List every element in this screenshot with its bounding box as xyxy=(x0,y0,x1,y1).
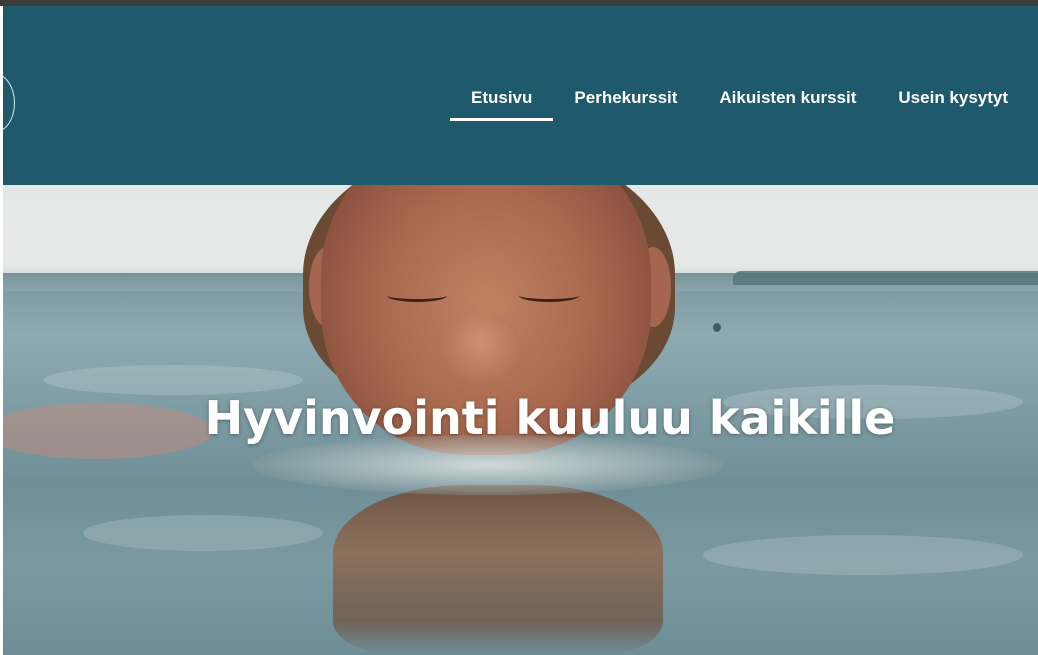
hero-title: Hyvinvointi kuuluu kaikille xyxy=(204,391,896,445)
page-frame: Etusivu Perhekurssit Aikuisten kurssit U… xyxy=(0,0,1038,655)
water-ripple xyxy=(83,515,323,551)
hero-reflection xyxy=(333,485,663,655)
site-header: Etusivu Perhekurssit Aikuisten kurssit U… xyxy=(3,6,1038,185)
water-drop xyxy=(713,323,721,332)
nav-item-usein-kysytyt[interactable]: Usein kysytyt xyxy=(877,6,1029,185)
nav-item-aikuisten-kurssit[interactable]: Aikuisten kurssit xyxy=(698,6,877,185)
hero-nose xyxy=(443,315,519,381)
main-nav: Etusivu Perhekurssit Aikuisten kurssit U… xyxy=(450,6,1029,185)
water-ripple xyxy=(703,535,1023,575)
nav-item-etusivu[interactable]: Etusivu xyxy=(450,6,554,185)
site-logo[interactable] xyxy=(3,73,15,133)
hero-distant-shore xyxy=(733,271,1038,285)
hero-eye-left xyxy=(387,289,447,302)
nav-item-perhekurssit[interactable]: Perhekurssit xyxy=(553,6,698,185)
hero-eye-right xyxy=(519,289,579,302)
hero-section: Hyvinvointi kuuluu kaikille xyxy=(3,185,1038,655)
